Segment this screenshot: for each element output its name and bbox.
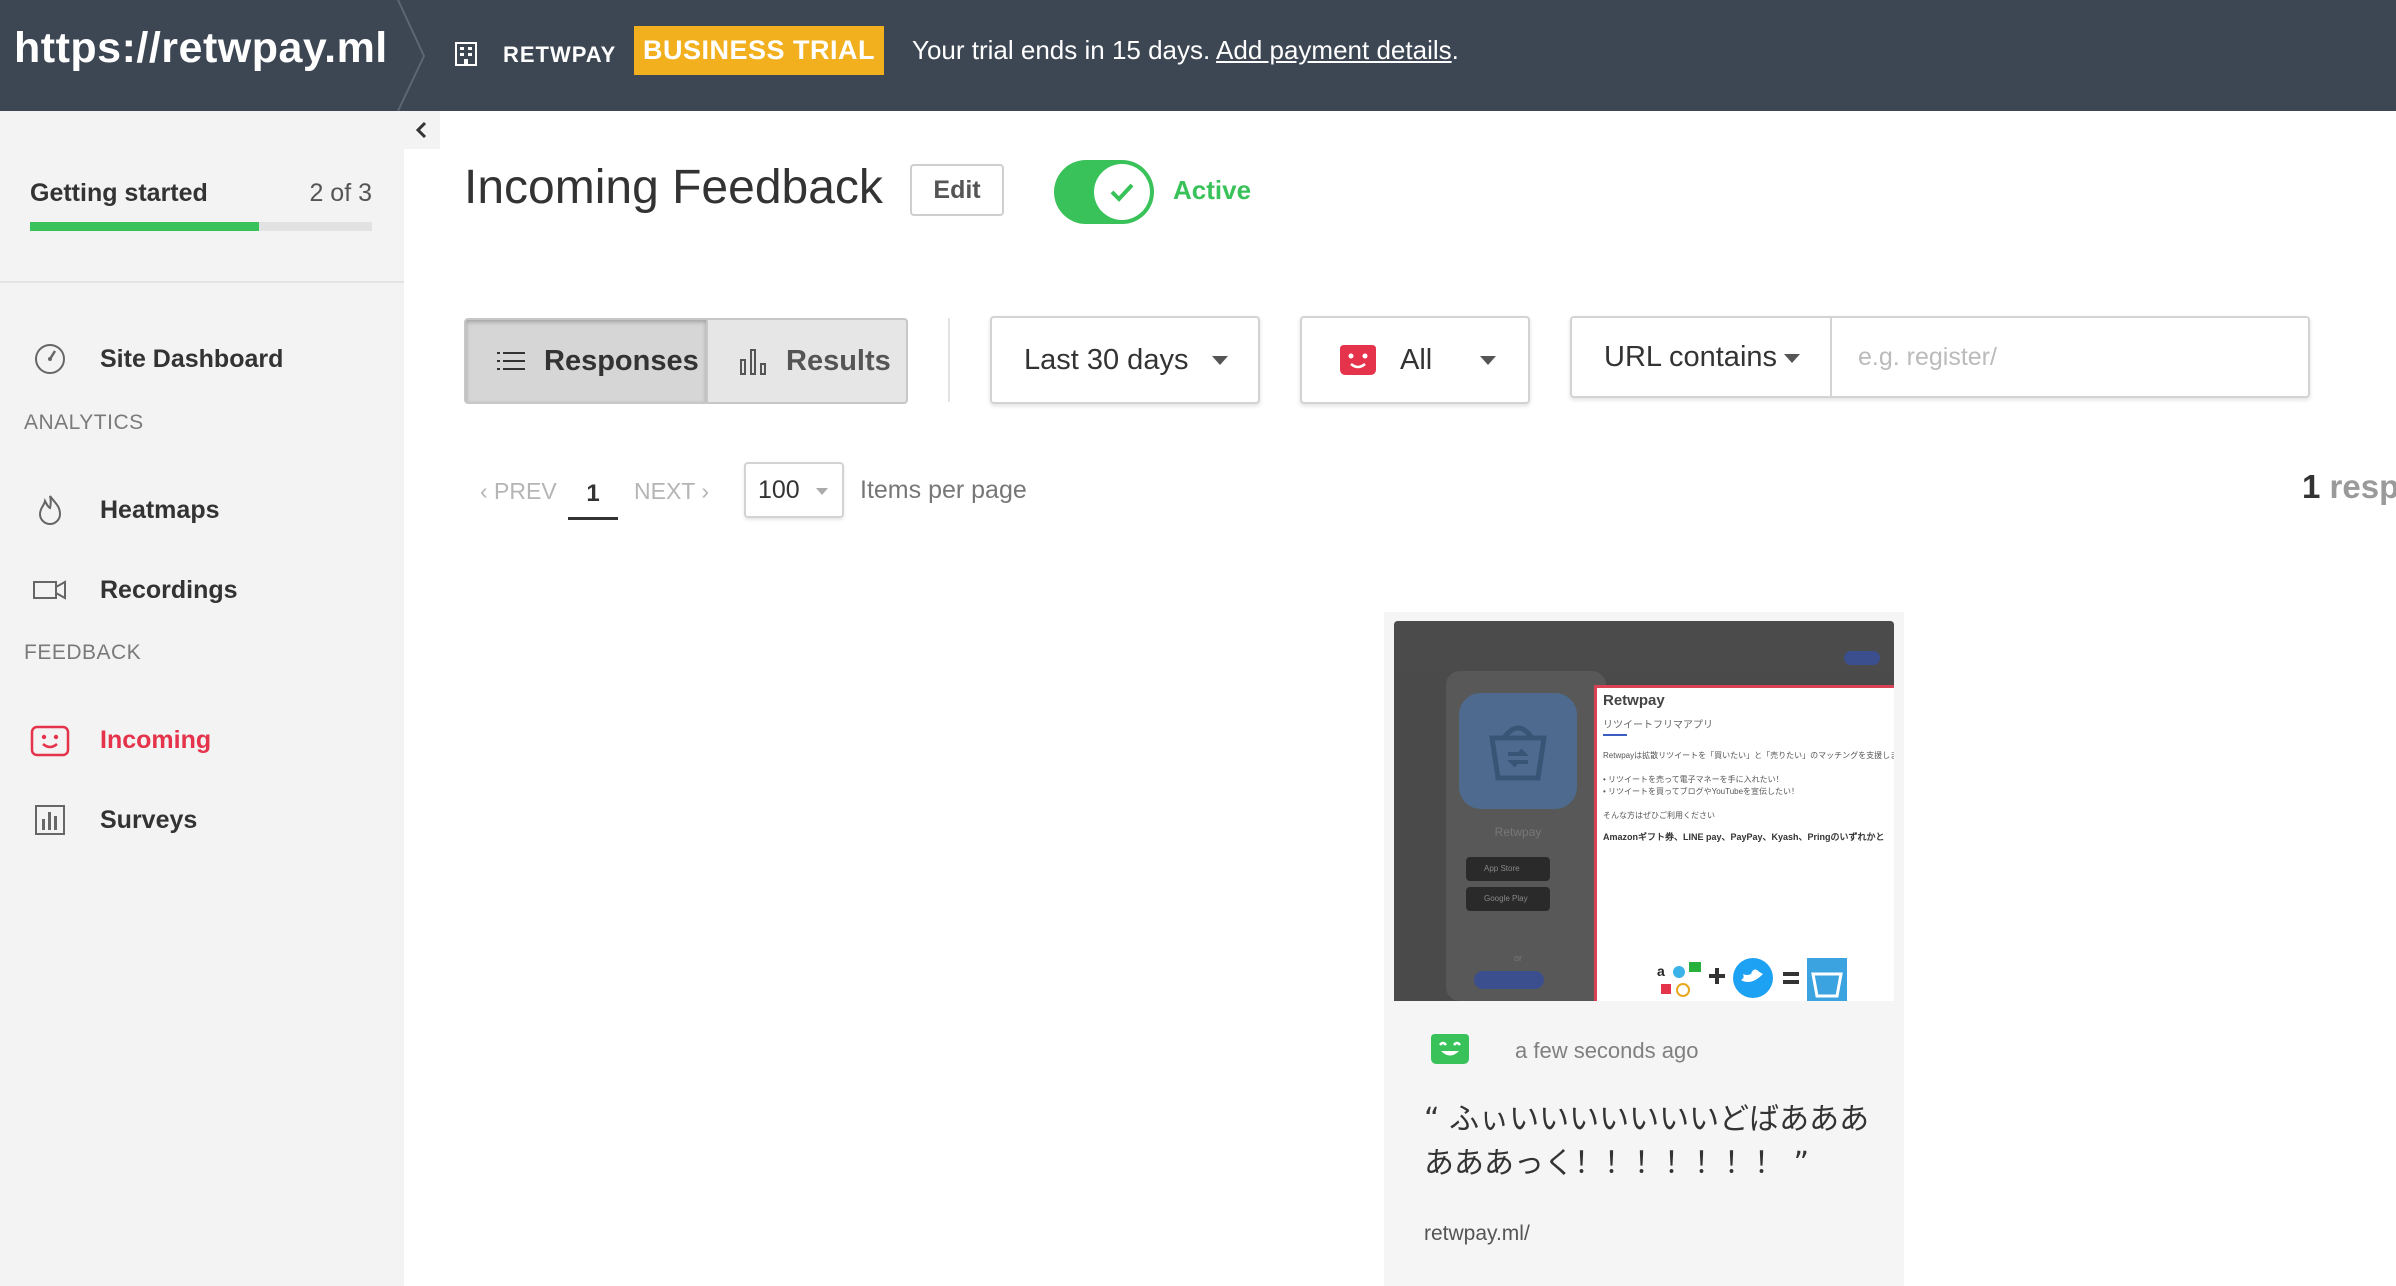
sidebar-item-label: Recordings [100, 575, 238, 604]
page-screenshot-thumbnail[interactable]: Retwpay App Store Google Play or Retwpay… [1394, 621, 1894, 1001]
feedback-section-label: FEEDBACK [24, 641, 142, 664]
top-bar: https://retwpay.ml RETWPAY BUSINESS TRIA… [0, 0, 2396, 111]
screenshot-title: Retwpay [1603, 692, 1665, 709]
bar-chart-icon [736, 344, 770, 378]
trial-message: Your trial ends in 15 days. Add payment … [912, 35, 1459, 66]
url-filter: URL contains [1570, 316, 2310, 398]
caret-down-icon [1784, 354, 1800, 363]
getting-started-progress [30, 222, 372, 231]
edit-button[interactable]: Edit [910, 164, 1004, 216]
response-count: 1 resp [2302, 468, 2396, 506]
screenshot-line: • リツイートを売って電子マネーを手に入れたい！ [1603, 775, 1784, 784]
screenshot-content-panel: Retwpay リツイートフリマアプリ Retwpayは拡散リツイートを「買いた… [1594, 685, 1894, 1001]
url-match-select[interactable]: URL contains [1572, 318, 1832, 396]
screenshot-app-name: Retwpay [1494, 825, 1542, 839]
check-icon [1110, 183, 1134, 202]
analytics-section-label: ANALYTICS [24, 411, 144, 434]
items-per-page-value: 100 [758, 475, 800, 504]
pagination-prev[interactable]: ‹ PREV [480, 478, 557, 505]
screenshot-subtitle: リツイートフリマアプリ [1603, 720, 1713, 731]
filter-divider [948, 318, 950, 402]
sidebar-item-label: Incoming [100, 725, 212, 754]
getting-started-title[interactable]: Getting started [30, 179, 208, 208]
app-store-label: App Store [1484, 864, 1520, 873]
google-play-badge: Google Play [1466, 887, 1550, 911]
org-name[interactable]: RETWPAY [503, 42, 616, 68]
screenshot-bold-line: Amazonギフト券、LINE pay、PayPay、Kyash、Pringのい… [1603, 832, 1885, 842]
caret-down-icon [1480, 356, 1496, 365]
sidebar-item-label: Site Dashboard [100, 344, 284, 373]
sidebar-item-site-dashboard[interactable]: Site Dashboard [30, 336, 283, 382]
caret-down-icon [816, 488, 828, 495]
svg-text:a: a [1657, 963, 1665, 979]
mood-filter-dropdown[interactable]: All [1300, 316, 1530, 404]
screenshot-header [1394, 621, 1894, 671]
add-payment-details-link[interactable]: Add payment details [1216, 35, 1452, 65]
sidebar-item-label: Heatmaps [100, 495, 220, 524]
tab-responses[interactable]: Responses [464, 318, 708, 404]
screenshot-underline [1603, 734, 1627, 736]
mood-filter-value: All [1400, 343, 1433, 376]
tab-results-label: Results [786, 344, 891, 377]
pagination-next[interactable]: NEXT › [634, 478, 709, 505]
getting-started-count: 2 of 3 [309, 179, 372, 207]
response-quote: “ ふぃいいいいいいいどばああああああっく！！！！！！！ ” [1424, 1102, 1870, 1181]
page-title: Incoming Feedback [464, 161, 883, 214]
sidebar: Getting started 2 of 3 Site Dashboard AN… [0, 111, 404, 1286]
screenshot-header-button [1844, 651, 1880, 665]
payment-logos-graphic: a [1657, 958, 1847, 1001]
chevron-left-icon [415, 121, 427, 139]
pagination-current-page[interactable]: 1 [568, 470, 618, 520]
collapse-sidebar-button[interactable] [404, 111, 440, 149]
screenshot-line: Retwpayは拡散リツイートを「買いたい」と「売りたい」のマッチングを支援しま… [1603, 751, 1894, 760]
url-filter-input[interactable] [1834, 318, 2308, 396]
response-card[interactable]: Retwpay App Store Google Play or Retwpay… [1384, 612, 1904, 1286]
items-per-page-label: Items per page [860, 476, 1027, 504]
bar-chart-icon [30, 800, 70, 840]
feedback-face-icon [1340, 345, 1376, 375]
basket-app-icon [1459, 693, 1577, 809]
gauge-icon [30, 339, 70, 379]
screenshot-line: そんな方はぜひご利用ください [1603, 811, 1715, 820]
list-icon [494, 344, 528, 378]
flame-icon [30, 490, 70, 530]
sidebar-item-surveys[interactable]: Surveys [30, 797, 197, 843]
screenshot-cta-button [1474, 971, 1544, 989]
getting-started-progress-fill [30, 222, 260, 231]
toggle-knob [1094, 164, 1150, 220]
active-label: Active [1173, 175, 1252, 205]
feedback-face-icon [30, 720, 70, 760]
date-range-value: Last 30 days [1024, 343, 1189, 376]
active-toggle[interactable] [1054, 160, 1154, 224]
items-per-page-select[interactable]: 100 [744, 462, 844, 518]
tab-results[interactable]: Results [706, 318, 908, 404]
trial-message-text: Your trial ends in 15 days. [912, 35, 1211, 65]
screenshot-app-panel: Retwpay App Store Google Play or [1446, 671, 1606, 1001]
response-count-number: 1 [2302, 468, 2321, 505]
breadcrumb-separator-icon [397, 0, 426, 111]
sidebar-item-heatmaps[interactable]: Heatmaps [30, 487, 220, 533]
tab-responses-label: Responses [544, 344, 699, 377]
sidebar-item-label: Surveys [100, 805, 198, 834]
app-store-badge: App Store [1466, 857, 1550, 881]
sidebar-divider [0, 281, 404, 283]
screenshot-line: • リツイートを買ってブログやYouTubeを宣伝したい！ [1603, 787, 1800, 796]
response-url[interactable]: retwpay.ml/ [1424, 1222, 1530, 1246]
google-play-label: Google Play [1484, 894, 1528, 903]
sidebar-item-incoming[interactable]: Incoming [30, 717, 211, 763]
caret-down-icon [1212, 356, 1228, 365]
business-trial-badge: BUSINESS TRIAL [634, 26, 884, 75]
url-match-value: URL contains [1604, 340, 1778, 373]
video-camera-icon [30, 570, 70, 610]
happy-face-icon [1431, 1034, 1469, 1064]
date-range-dropdown[interactable]: Last 30 days [990, 316, 1260, 404]
site-url[interactable]: https://retwpay.ml [14, 24, 388, 73]
sidebar-item-recordings[interactable]: Recordings [30, 567, 238, 613]
trial-message-suffix: . [1451, 35, 1459, 65]
building-icon [455, 42, 477, 66]
response-time: a few seconds ago [1515, 1038, 1699, 1063]
screenshot-or-text: or [1513, 953, 1522, 963]
response-count-label: resp [2329, 468, 2396, 505]
